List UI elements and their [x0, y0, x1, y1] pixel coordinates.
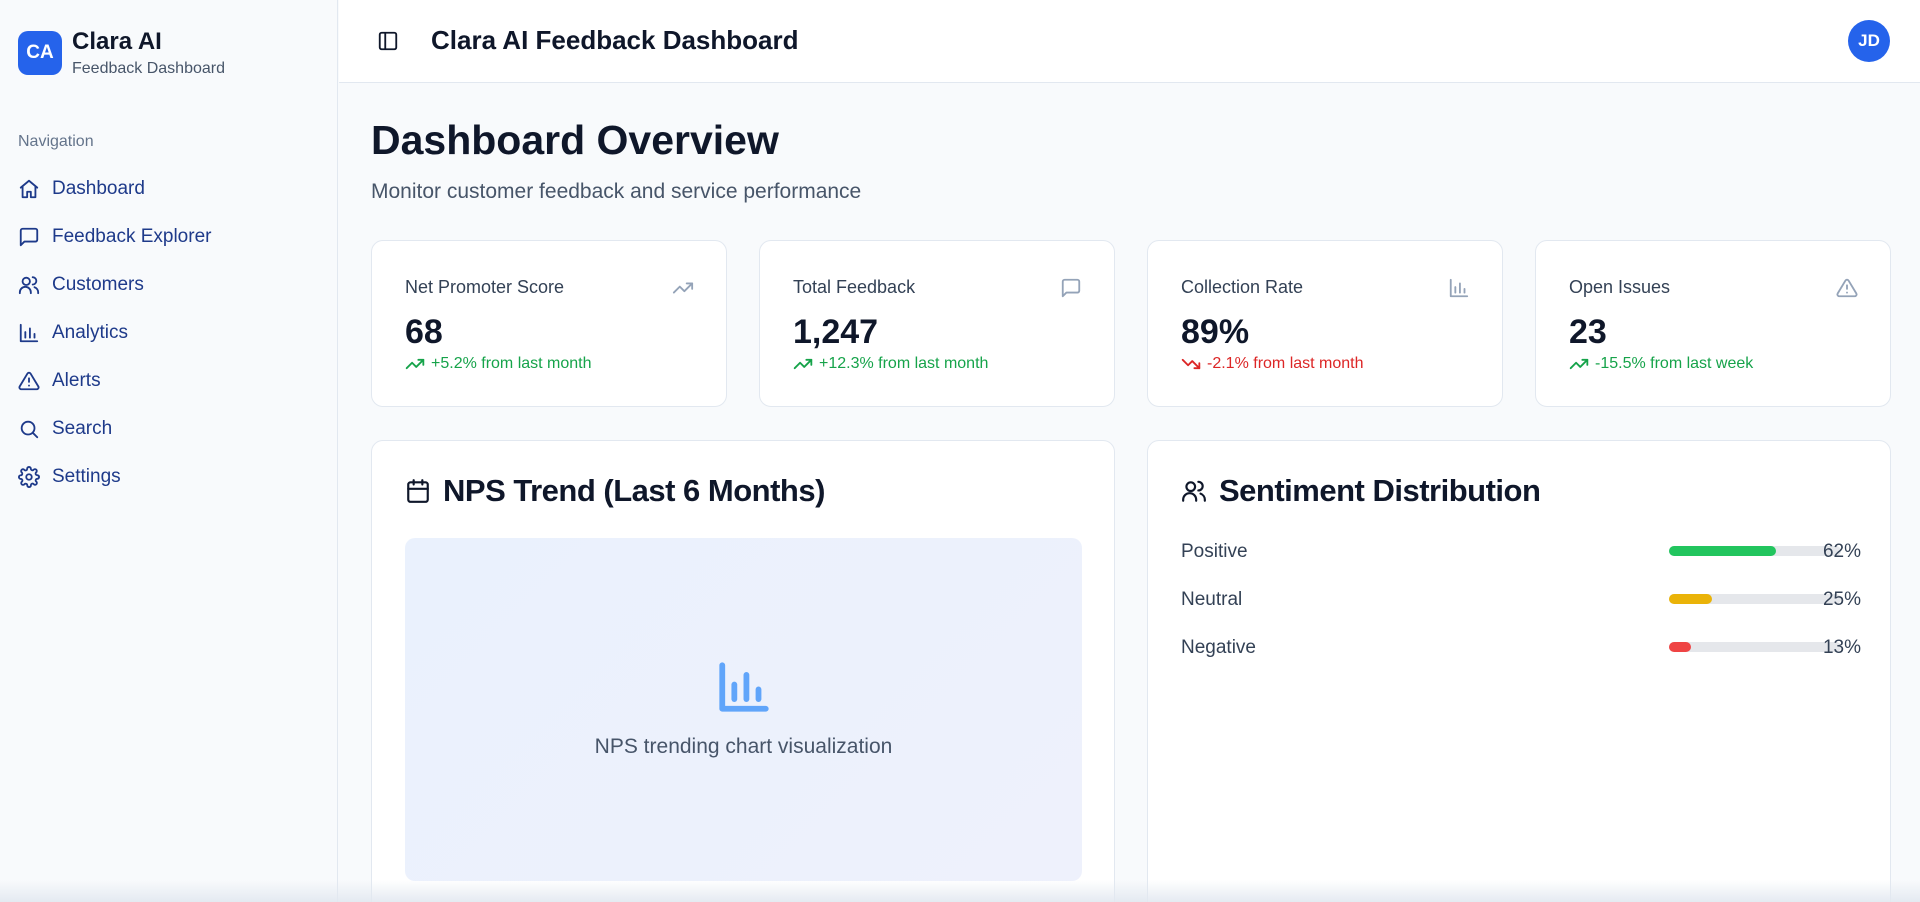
sidebar-item-settings[interactable]: Settings	[18, 453, 318, 501]
stat-delta: -15.5% from last week	[1569, 354, 1753, 374]
sentiment-panel: Sentiment Distribution Positive 62% Neut…	[1147, 440, 1891, 902]
trending-down-icon	[1181, 358, 1201, 370]
brand-logo: CA	[18, 31, 62, 75]
sentiment-label: Neutral	[1181, 589, 1243, 610]
sidebar: CA Clara AI Feedback Dashboard Navigatio…	[0, 0, 338, 902]
chart-placeholder-text: NPS trending chart visualization	[594, 735, 893, 758]
stat-delta: +12.3% from last month	[793, 354, 988, 374]
sidebar-item-label: Alerts	[52, 370, 101, 391]
stat-delta-text: -2.1% from last month	[1207, 355, 1364, 372]
sentiment-bar-track	[1669, 546, 1841, 556]
stat-value: 89%	[1181, 313, 1250, 351]
trending-up-icon	[793, 358, 813, 370]
stat-delta-text: +12.3% from last month	[819, 355, 989, 372]
sidebar-item-label: Analytics	[52, 322, 129, 343]
sentiment-label: Negative	[1181, 637, 1256, 658]
message-square-icon	[19, 227, 39, 247]
stat-card-open-issues: Open Issues 23 -15.5% from last week	[1535, 240, 1891, 407]
calendar-icon	[407, 479, 429, 503]
sentiment-bar-fill	[1669, 594, 1712, 604]
message-square-icon	[1061, 278, 1081, 298]
sidebar-item-search[interactable]: Search	[18, 405, 318, 453]
stat-value: 1,247	[793, 313, 879, 351]
stat-delta-text: -15.5% from last week	[1595, 355, 1754, 372]
brand-title: Clara AI	[72, 28, 162, 55]
sentiment-bar-fill	[1669, 642, 1692, 652]
home-icon	[19, 179, 39, 199]
panel-title: Sentiment Distribution	[1219, 473, 1541, 508]
sidebar-item-alerts[interactable]: Alerts	[18, 357, 318, 405]
stat-label: Total Feedback	[793, 277, 916, 297]
stat-card-collection-rate: Collection Rate 89% -2.1% from last mont…	[1147, 240, 1503, 407]
top-bar: Clara AI Feedback Dashboard JD	[339, 0, 1920, 83]
stat-label: Open Issues	[1569, 277, 1671, 297]
sentiment-bar-track	[1669, 642, 1841, 652]
panel-left-icon	[378, 31, 398, 51]
sentiment-bar-fill	[1669, 546, 1776, 556]
sidebar-item-dashboard[interactable]: Dashboard	[18, 165, 318, 213]
sidebar-nav: Dashboard Feedback Explorer Customers An…	[18, 165, 318, 501]
alert-triangle-icon	[1836, 278, 1858, 298]
trending-up-icon	[1569, 358, 1589, 370]
sidebar-item-customers[interactable]: Customers	[18, 261, 318, 309]
sidebar-toggle-button[interactable]	[377, 30, 399, 52]
sentiment-row-negative: Negative 13%	[1181, 634, 1861, 660]
users-icon	[18, 276, 40, 295]
sidebar-item-label: Dashboard	[52, 178, 145, 199]
gear-icon	[18, 466, 40, 488]
stat-delta: +5.2% from last month	[405, 354, 592, 374]
panel-title: NPS Trend (Last 6 Months)	[443, 473, 825, 508]
trending-up-icon	[405, 358, 425, 370]
stat-card-total-feedback: Total Feedback 1,247 +12.3% from last mo…	[759, 240, 1115, 407]
stat-delta: -2.1% from last month	[1181, 354, 1364, 374]
page-subtitle: Monitor customer feedback and service pe…	[371, 180, 862, 203]
brand-subtitle: Feedback Dashboard	[72, 60, 225, 77]
avatar[interactable]: JD	[1848, 20, 1890, 62]
nps-chart-placeholder: NPS trending chart visualization	[405, 538, 1082, 881]
bar-chart-icon	[1449, 278, 1469, 298]
sentiment-bar-track	[1669, 594, 1841, 604]
search-icon	[20, 420, 39, 439]
stat-value: 68	[405, 313, 443, 351]
sidebar-item-analytics[interactable]: Analytics	[18, 309, 318, 357]
stat-label: Collection Rate	[1181, 277, 1304, 297]
users-icon	[1182, 480, 1206, 502]
sentiment-row-positive: Positive 62%	[1181, 538, 1861, 564]
sidebar-item-label: Search	[52, 418, 113, 439]
sentiment-percent: 13%	[1822, 637, 1861, 658]
brand[interactable]: CA Clara AI Feedback Dashboard	[18, 28, 225, 78]
sentiment-row-neutral: Neutral 25%	[1181, 586, 1861, 612]
sidebar-item-label: Settings	[52, 466, 121, 487]
sentiment-percent: 62%	[1822, 541, 1861, 562]
sidebar-item-feedback-explorer[interactable]: Feedback Explorer	[18, 213, 318, 261]
stat-delta-text: +5.2% from last month	[431, 355, 592, 372]
nps-trend-panel: NPS Trend (Last 6 Months) NPS trending c…	[371, 440, 1115, 902]
trending-up-icon	[672, 282, 694, 294]
sidebar-item-label: Customers	[52, 274, 144, 295]
sentiment-label: Positive	[1181, 541, 1248, 562]
bottom-fade	[0, 880, 1920, 902]
alert-triangle-icon	[18, 371, 40, 391]
stat-value: 23	[1569, 313, 1607, 351]
stat-label: Net Promoter Score	[405, 277, 565, 297]
header-title: Clara AI Feedback Dashboard	[431, 25, 799, 55]
sentiment-percent: 25%	[1822, 589, 1861, 610]
page-title: Dashboard Overview	[371, 117, 779, 163]
bar-chart-icon	[19, 323, 39, 343]
nav-section-label: Navigation	[18, 133, 94, 150]
stat-card-nps: Net Promoter Score 68 +5.2% from last mo…	[371, 240, 727, 407]
bar-chart-icon	[719, 662, 769, 712]
sidebar-item-label: Feedback Explorer	[52, 226, 212, 247]
